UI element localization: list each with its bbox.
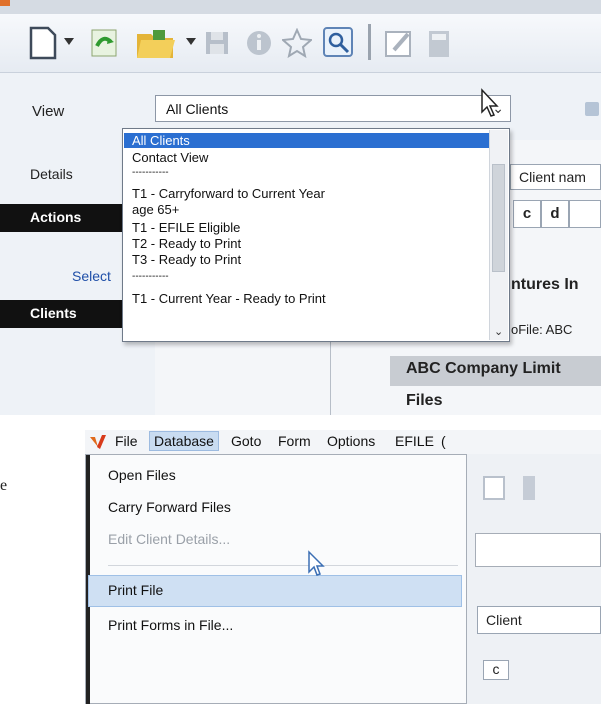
edit-icon[interactable] [483,476,505,500]
dropdown-item-t2-ready[interactable]: T2 - Ready to Print [132,236,241,251]
top-screenshot-panel: View All Clients ⌄ Details Actions Selec… [0,0,601,415]
menu-form[interactable]: Form [278,433,311,449]
menu-file[interactable]: File [115,433,138,449]
client-column-header[interactable]: Client [477,606,601,634]
client-name-column-header[interactable]: Client nam [510,164,601,190]
dropdown-item-t1-current-year[interactable]: T1 - Current Year - Ready to Print [132,291,326,306]
folder-icon[interactable] [135,26,177,60]
menu-efile[interactable]: EFILE [395,433,434,449]
panel-divider [330,340,331,415]
bottom-screenshot-panel: File Database Goto Form Options EFILE ( … [85,430,601,704]
scrollbar-thumb[interactable] [492,164,505,272]
green-refresh-icon[interactable] [88,26,120,60]
title-strip [0,0,601,14]
app-logo-icon [89,433,107,451]
mouse-cursor-icon [307,550,325,583]
files-label: Files [406,392,443,409]
menu-item-edit-client-details: Edit Client Details... [108,531,231,547]
menu-item-print-forms[interactable]: Print Forms in File... [108,617,233,633]
menu-item-open-files[interactable]: Open Files [108,467,176,483]
toolbar [0,14,601,73]
view-combo-value: All Clients [166,101,229,117]
info-icon[interactable] [246,30,272,56]
view-combo-box[interactable]: All Clients ⌄ [155,95,511,122]
dropdown-separator: ----------- [132,167,169,178]
menu-database[interactable]: Database [149,431,219,451]
star-icon[interactable] [282,28,312,58]
view-label: View [32,103,65,120]
dropdown-arrow-icon[interactable] [64,38,74,46]
dropdown-item-age-65[interactable]: age 65+ [132,202,179,217]
company-row-label: ABC Company Limit [406,360,561,377]
scroll-down-arrow-icon[interactable]: ⌄ [494,325,503,338]
company-name-partial: ntures In [511,276,579,293]
menu-goto[interactable]: Goto [231,433,261,449]
menu-separator [108,565,458,566]
new-document-icon[interactable] [28,26,58,60]
search-icon[interactable] [322,26,354,58]
toolbar-extra-icon[interactable] [585,102,599,116]
letter-filter-d[interactable]: d [541,200,569,228]
view-dropdown-list[interactable]: All Clients Contact View ----------- T1 … [122,128,510,342]
background-input-box[interactable] [475,533,601,567]
mouse-cursor-icon [480,88,500,123]
dropdown-item-contact-view[interactable]: Contact View [132,150,208,165]
app-corner-mark [0,0,10,6]
dropdown-item-t1-efile[interactable]: T1 - EFILE Eligible [132,220,240,235]
menu-next[interactable]: ( [441,433,446,449]
database-menu: Open Files Carry Forward Files Edit Clie… [85,454,467,704]
menu-item-print-file[interactable]: Print File [108,582,163,598]
efile-text: oFile: ABC [511,322,573,337]
dropdown-arrow-icon[interactable] [186,38,196,46]
save-icon[interactable] [204,30,230,56]
menu-options[interactable]: Options [327,433,375,449]
dropdown-item-all-clients[interactable]: All Clients [124,133,490,148]
toolbar-separator [368,24,371,60]
select-link[interactable]: Select [72,268,111,284]
dropdown-item-t1-carryforward[interactable]: T1 - Carryforward to Current Year [132,186,325,201]
menu-bar: File Database Goto Form Options EFILE ( [85,430,601,455]
letter-filter-next[interactable] [569,200,601,228]
details-label: Details [30,166,73,182]
letter-filter-c[interactable]: c [483,660,509,680]
dropdown-scrollbar[interactable]: ⌄ [489,130,508,340]
edit-icon[interactable] [384,28,414,58]
dropdown-item-t3-ready[interactable]: T3 - Ready to Print [132,252,241,267]
menu-item-carry-forward[interactable]: Carry Forward Files [108,499,231,515]
page-text-fragment: e [0,477,8,494]
calculator-icon[interactable] [523,476,535,500]
calculator-icon[interactable] [428,30,450,58]
letter-filter-c[interactable]: c [513,200,541,228]
dropdown-separator: ----------- [132,271,169,282]
